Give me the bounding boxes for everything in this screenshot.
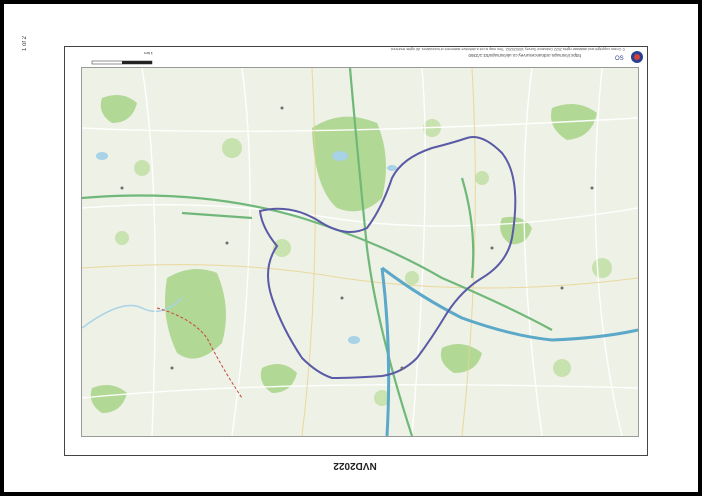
map-code-label: NVD2022 — [333, 460, 377, 471]
map-graphic — [82, 68, 638, 436]
scale-label: 1 km — [144, 51, 153, 56]
map-frame: https://osmaps.ordnancesurvey.co.uk/osma… — [64, 46, 648, 456]
scale-bar-graphic — [91, 60, 153, 65]
scale-bar: 1 km — [83, 51, 153, 65]
logo-label: OS — [615, 56, 624, 62]
map-canvas[interactable] — [81, 67, 639, 437]
page-number: 1 of 2 — [22, 36, 28, 52]
os-logo-icon: OS — [615, 51, 643, 63]
header-url: https://osmaps.ordnancesurvey.co.uk/osma… — [468, 53, 581, 58]
copyright-notice: © Crown copyright and database rights 20… — [390, 47, 625, 52]
document-page: 1 of 2 https://osmaps.ordnancesurvey.co.… — [4, 4, 698, 492]
